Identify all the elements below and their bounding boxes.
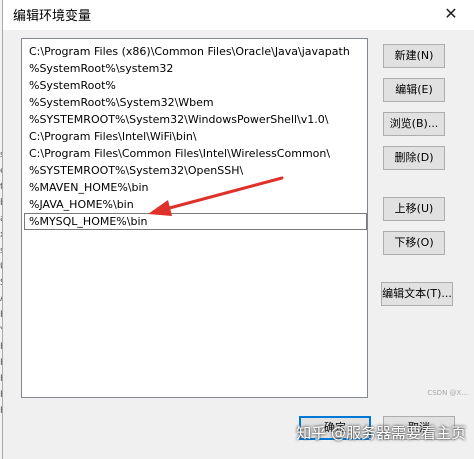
watermark: 知乎 @服务器需要看主页	[296, 424, 466, 442]
list-item[interactable]: C:\Program Files\Intel\WiFi\bin\	[24, 128, 367, 145]
move-up-button[interactable]: 上移(U)	[383, 197, 445, 221]
new-button[interactable]: 新建(N)	[383, 44, 445, 68]
edit-environment-variable-dialog: 编辑环境变量 ✕ C:\Program Files (x86)\Common F…	[2, 0, 474, 459]
delete-button[interactable]: 删除(D)	[383, 146, 445, 170]
list-item[interactable]: C:\Program Files (x86)\Common Files\Orac…	[24, 43, 367, 60]
watermark-small: CSDN @X...	[427, 389, 468, 397]
list-item[interactable]: %SystemRoot%\System32\Wbem	[24, 94, 367, 111]
browse-button[interactable]: 浏览(B)...	[383, 112, 445, 136]
edit-button[interactable]: 编辑(E)	[383, 78, 445, 102]
list-item[interactable]: %SystemRoot%\system32	[24, 60, 367, 77]
list-item[interactable]: %JAVA_HOME%\bin	[24, 196, 367, 213]
list-item[interactable]: %SystemRoot%	[24, 77, 367, 94]
path-list[interactable]: C:\Program Files (x86)\Common Files\Orac…	[21, 38, 368, 398]
window-title: 编辑环境变量	[13, 9, 92, 24]
list-item[interactable]: %SYSTEMROOT%\System32\WindowsPowerShell\…	[24, 111, 367, 128]
list-item[interactable]: C:\Program Files\Common Files\Intel\Wire…	[24, 145, 367, 162]
list-item[interactable]: %MYSQL_HOME%\bin	[24, 213, 367, 230]
title-bar: 编辑环境变量 ✕	[3, 0, 474, 30]
list-item[interactable]: %SYSTEMROOT%\System32\OpenSSH\	[24, 162, 367, 179]
close-icon[interactable]: ✕	[441, 4, 461, 24]
move-down-button[interactable]: 下移(O)	[383, 231, 445, 255]
edit-text-button[interactable]: 编辑文本(T)...	[381, 282, 453, 306]
list-item[interactable]: %MAVEN_HOME%\bin	[24, 179, 367, 196]
